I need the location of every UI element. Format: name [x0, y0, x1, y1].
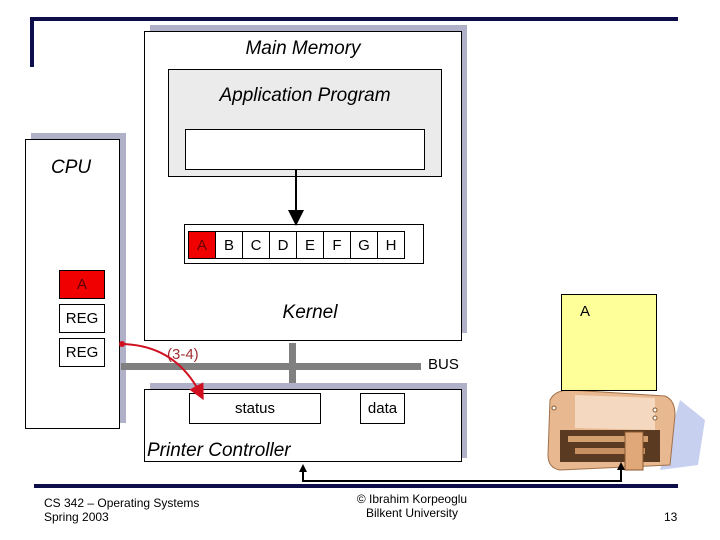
footer-institution: Bilkent University [365, 506, 459, 520]
arrow-head [299, 464, 307, 472]
footer-course-info: CS 342 – Operating Systems Spring 2003 [44, 496, 199, 524]
page-number: 13 [664, 510, 678, 524]
footer-author-info: © Ibrahim Korpeoglu Bilkent University [352, 492, 472, 520]
connectors [119, 170, 625, 482]
footer-author: © Ibrahim Korpeoglu [356, 492, 468, 506]
footer-term: Spring 2003 [44, 510, 109, 524]
cpu-to-status-arrow [121, 343, 204, 401]
controller-printer-cable [302, 468, 622, 482]
arrow-head [617, 462, 625, 470]
footer-course: CS 342 – Operating Systems [44, 496, 200, 510]
arrow-origin-dot [119, 341, 125, 347]
